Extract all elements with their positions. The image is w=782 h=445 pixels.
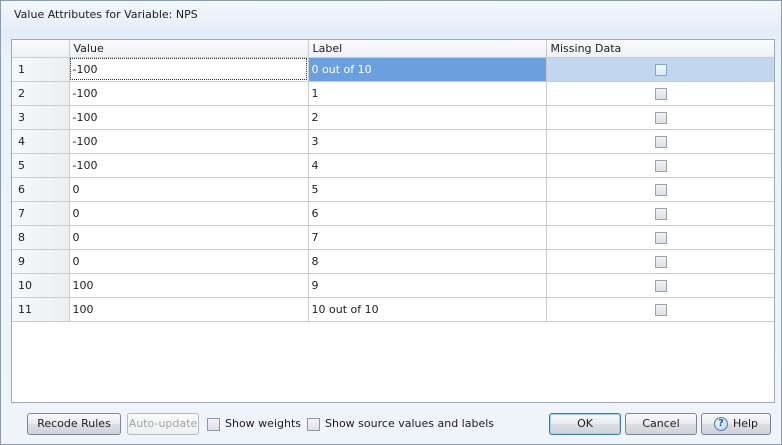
row-number[interactable]: 3 (12, 105, 70, 130)
table-row[interactable]: 908 (12, 249, 774, 274)
label-cell[interactable]: 7 (308, 225, 547, 250)
missing-data-cell (546, 81, 774, 106)
value-cell[interactable]: -100 (69, 81, 309, 106)
label-cell[interactable]: 6 (308, 201, 547, 226)
missing-data-checkbox[interactable] (654, 207, 667, 220)
auto-update-button[interactable]: Auto-update (127, 413, 199, 435)
label-cell[interactable]: 10 out of 10 (308, 297, 547, 322)
show-source-values-label: Show source values and labels (325, 417, 495, 430)
missing-data-cell (546, 249, 774, 274)
value-cell[interactable]: 100 (69, 273, 309, 298)
missing-data-cell (546, 129, 774, 154)
value-cell[interactable]: -100 (69, 57, 309, 82)
table-row[interactable]: 11 100 10 out of 10 (12, 297, 774, 322)
missing-data-cell (546, 273, 774, 298)
missing-data-cell (546, 297, 774, 322)
table-row[interactable]: 807 (12, 225, 774, 250)
missing-data-cell (546, 177, 774, 202)
label-cell[interactable]: 5 (308, 177, 547, 202)
help-icon: ? (713, 417, 728, 431)
table-row[interactable]: 4 -100 3 (12, 129, 774, 154)
missing-data-checkbox[interactable] (654, 63, 667, 76)
row-number[interactable]: 11 (12, 297, 70, 322)
value-cell[interactable]: 0 (69, 249, 309, 274)
attributes-table: Value Label Missing Data 1 -100 0 out of 1… (12, 40, 774, 322)
missing-data-checkbox[interactable] (654, 255, 667, 268)
missing-data-checkbox[interactable] (654, 135, 667, 148)
label-cell[interactable]: 3 (308, 129, 547, 154)
table-row[interactable]: 10 100 9 (12, 273, 774, 298)
row-number-header (12, 40, 70, 58)
column-header-missing-data[interactable]: Missing Data (546, 40, 774, 58)
value-attributes-grid[interactable]: Value Label Missing Data 1 -100 0 out of 1… (11, 39, 775, 403)
missing-data-checkbox[interactable] (654, 111, 667, 124)
value-cell[interactable]: 100 (69, 297, 309, 322)
table-row[interactable]: 3 -100 2 (12, 105, 774, 130)
row-number[interactable]: 10 (12, 273, 70, 298)
value-cell[interactable]: 0 (69, 177, 309, 202)
value-attributes-dialog: Value Attributes for Variable: NPS Value… (0, 0, 782, 445)
row-number[interactable]: 7 (12, 201, 70, 226)
value-cell[interactable]: 0 (69, 201, 309, 226)
value-cell[interactable]: -100 (69, 129, 309, 154)
dialog-title: Value Attributes for Variable: NPS (14, 8, 198, 21)
table-row[interactable]: 605 (12, 177, 774, 202)
missing-data-cell (546, 105, 774, 130)
row-number[interactable]: 4 (12, 129, 70, 154)
missing-data-checkbox[interactable] (654, 87, 667, 100)
missing-data-checkbox[interactable] (654, 183, 667, 196)
cancel-button[interactable]: Cancel (625, 413, 697, 435)
table-row[interactable]: 706 (12, 201, 774, 226)
row-number[interactable]: 6 (12, 177, 70, 202)
missing-data-cell (546, 225, 774, 250)
table-row[interactable]: 2 -100 1 (12, 81, 774, 106)
show-weights-checkbox[interactable]: Show weights (207, 417, 301, 433)
label-cell[interactable]: 9 (308, 273, 547, 298)
show-weights-label: Show weights (225, 417, 301, 430)
column-header-label[interactable]: Label (308, 40, 547, 58)
title-bar: Value Attributes for Variable: NPS (1, 1, 781, 29)
dialog-footer: Recode Rules Auto-update Show weights Sh… (1, 413, 781, 439)
table-row[interactable]: 5 -100 4 (12, 153, 774, 178)
help-label: Help (732, 417, 759, 430)
row-number[interactable]: 1 (12, 57, 70, 82)
ok-button[interactable]: OK (549, 413, 621, 435)
value-cell[interactable]: 0 (69, 225, 309, 250)
missing-data-checkbox[interactable] (654, 279, 667, 292)
missing-data-checkbox[interactable] (654, 231, 667, 244)
table-row[interactable]: 1 -100 0 out of 10 (12, 57, 774, 82)
label-cell[interactable]: 1 (308, 81, 547, 106)
show-source-values-checkbox[interactable]: Show source values and labels (307, 417, 494, 433)
header-row: Value Label Missing Data (12, 40, 774, 58)
row-number[interactable]: 9 (12, 249, 70, 274)
missing-data-cell (546, 57, 774, 82)
missing-data-checkbox[interactable] (654, 159, 667, 172)
label-cell[interactable]: 0 out of 10 (308, 57, 547, 82)
label-cell[interactable]: 2 (308, 105, 547, 130)
help-button[interactable]: ? Help (701, 413, 771, 435)
row-number[interactable]: 5 (12, 153, 70, 178)
value-cell[interactable]: -100 (69, 153, 309, 178)
label-cell[interactable]: 8 (308, 249, 547, 274)
missing-data-checkbox[interactable] (654, 303, 667, 316)
row-number[interactable]: 8 (12, 225, 70, 250)
missing-data-cell (546, 153, 774, 178)
value-cell[interactable]: -100 (69, 105, 309, 130)
column-header-value[interactable]: Value (69, 40, 309, 58)
missing-data-cell (546, 201, 774, 226)
checkbox-box[interactable] (207, 417, 220, 431)
label-cell[interactable]: 4 (308, 153, 547, 178)
row-number[interactable]: 2 (12, 81, 70, 106)
recode-rules-button[interactable]: Recode Rules (27, 413, 121, 435)
checkbox-box[interactable] (307, 417, 320, 431)
